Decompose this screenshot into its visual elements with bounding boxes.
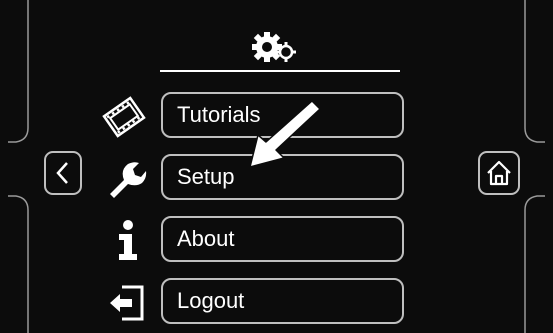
logout-icon <box>110 285 144 321</box>
home-button[interactable] <box>478 151 520 195</box>
home-icon <box>487 160 511 186</box>
film-icon <box>102 96 146 138</box>
logout-button[interactable]: Logout <box>161 278 404 324</box>
setup-menu-screen: Tutorials Setup About Logout <box>0 0 553 333</box>
chevron-left-icon <box>56 162 68 184</box>
logout-label: Logout <box>177 288 245 313</box>
back-button[interactable] <box>44 151 82 195</box>
pointer-arrow-icon <box>249 100 321 168</box>
header-divider <box>160 70 400 72</box>
info-icon <box>119 220 137 260</box>
gears-icon <box>252 32 296 62</box>
setup-label: Setup <box>177 164 235 189</box>
wrench-icon <box>110 162 147 198</box>
about-label: About <box>177 226 235 251</box>
about-button[interactable]: About <box>161 216 404 262</box>
